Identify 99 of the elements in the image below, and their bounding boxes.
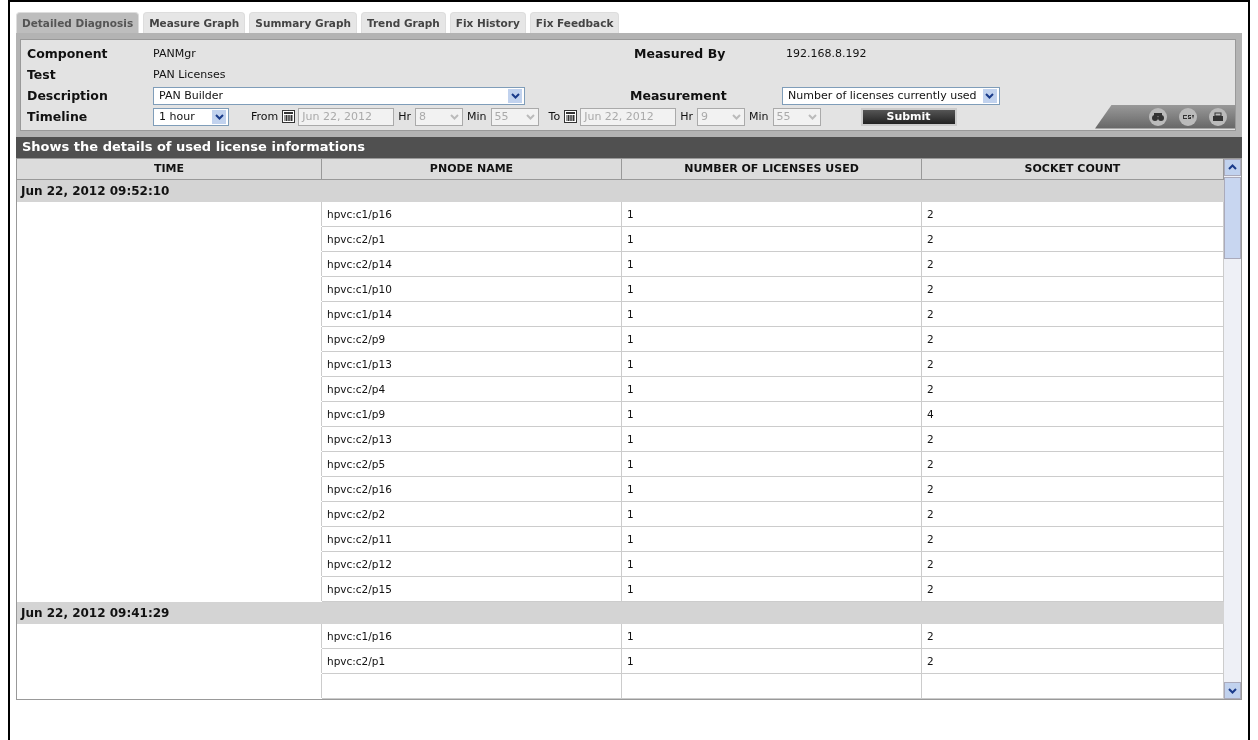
range-label: From [251,110,279,123]
field-label: Timeline [27,109,89,124]
tab[interactable]: Detailed Diagnosis [16,12,140,33]
table-cell: 2 [922,477,1224,502]
table-cell: hpvc:c1/p13 [322,352,622,377]
test-value: PAN Licenses [153,68,226,81]
table-cell: 4 [922,402,1224,427]
table-cell: hpvc:c2/p2 [322,502,622,527]
table-cell: 2 [922,452,1224,477]
table-cell: 2 [922,227,1224,252]
table-cell: hpvc:c2/p13 [322,427,622,452]
timeline-dropdown[interactable]: 1 hour [153,107,229,126]
scroll-thumb[interactable] [1224,177,1241,259]
table-cell: hpvc:c1/p16 [322,202,622,227]
table-cell: hpvc:c2/p4 [322,377,622,402]
table-cell: 2 [922,327,1224,352]
table-cell: 2 [922,302,1224,327]
column-header: PNODE NAME [322,159,622,180]
table-cell: 2 [922,277,1224,302]
table-cell: 2 [922,552,1224,577]
field-label: Description [27,88,109,103]
submit-button[interactable]: Submit [860,107,957,126]
measured-by-value: 192.168.8.192 [786,47,867,60]
scroll-down-icon[interactable] [1224,682,1241,699]
group-header: Jun 22, 2012 09:41:29 [17,602,1224,624]
csv-icon[interactable] [1179,107,1197,126]
field-label: Measured By [634,46,727,61]
table-cell: 1 [622,352,922,377]
caret-icon [212,109,226,124]
table-cell: hpvc:c2/p12 [322,552,622,577]
range-label: To [548,110,561,123]
table-cell: hpvc:c2/p9 [322,327,622,352]
caret-icon [982,88,997,103]
table-cell: hpvc:c1/p14 [322,302,622,327]
table-cell: hpvc:c2/p1 [322,649,622,674]
description-dropdown[interactable]: PAN Builder [153,86,525,105]
caret-icon [807,113,817,120]
table-cell: hpvc:c1/p9 [322,402,622,427]
table-cell: 1 [622,624,922,649]
table-cell: 2 [922,527,1224,552]
table-cell: 1 [622,527,922,552]
table-cell: 1 [622,649,922,674]
caret-icon [450,113,460,120]
tab[interactable]: Trend Graph [360,12,446,33]
field-label: Measurement [630,88,728,103]
table-cell: 2 [922,252,1224,277]
minute-label: Min [749,110,769,123]
binoculars-icon[interactable] [1149,107,1167,126]
group-header: Jun 22, 2012 09:52:10 [17,180,1224,202]
column-header: NUMBER OF LICENSES USED [622,159,922,180]
column-header: SOCKET COUNT [922,159,1224,180]
table-cell: 2 [922,352,1224,377]
table-cell: 2 [922,502,1224,527]
table-cell: 1 [622,402,922,427]
table-cell: 1 [622,502,922,527]
table-cell: 1 [622,427,922,452]
table-cell: hpvc:c2/p16 [322,477,622,502]
table-cell: hpvc:c1/p10 [322,277,622,302]
caret-icon [508,88,522,103]
table-cell: 1 [622,302,922,327]
table-cell: 1 [622,477,922,502]
table-cell: hpvc:c2/p1 [322,227,622,252]
tab[interactable]: Fix History [449,12,526,33]
table-cell: 1 [622,252,922,277]
table-title: Shows the details of used license informations [16,137,1242,158]
scrollbar[interactable] [1224,159,1241,699]
measurement-dropdown[interactable]: Number of licenses currently used [782,86,1000,105]
table-cell: hpvc:c2/p14 [322,252,622,277]
table-cell: 1 [622,227,922,252]
table-cell: hpvc:c1/p16 [322,624,622,649]
tab[interactable]: Summary Graph [249,12,357,33]
hour-label: Hr [398,110,412,123]
field-label: Test [27,67,57,82]
column-header: TIME [17,159,322,180]
table-cell: 1 [622,202,922,227]
printer-icon[interactable] [1209,107,1227,126]
tab[interactable]: Fix Feedback [529,12,620,33]
component-value: PANMgr [153,47,197,60]
field-label: Component [27,46,109,61]
scroll-up-icon[interactable] [1224,159,1241,176]
table-cell: 2 [922,427,1224,452]
table-cell: 1 [622,452,922,477]
table-cell: 1 [622,552,922,577]
tab[interactable]: Measure Graph [143,12,246,33]
caret-icon [732,113,741,120]
caret-icon [525,113,535,120]
calendar-icon[interactable] [282,110,296,123]
table-cell: 1 [622,277,922,302]
table-cell: 2 [922,624,1224,649]
table-cell: 1 [622,377,922,402]
table-cell: 2 [922,649,1224,674]
table-cell: hpvc:c2/p5 [322,452,622,477]
minute-label: Min [467,110,487,123]
table-cell: 2 [922,377,1224,402]
table-cell: 1 [622,327,922,352]
table-cell: 2 [922,202,1224,227]
calendar-icon[interactable] [564,110,578,123]
table-cell: hpvc:c2/p11 [322,527,622,552]
hour-label: Hr [680,110,693,123]
